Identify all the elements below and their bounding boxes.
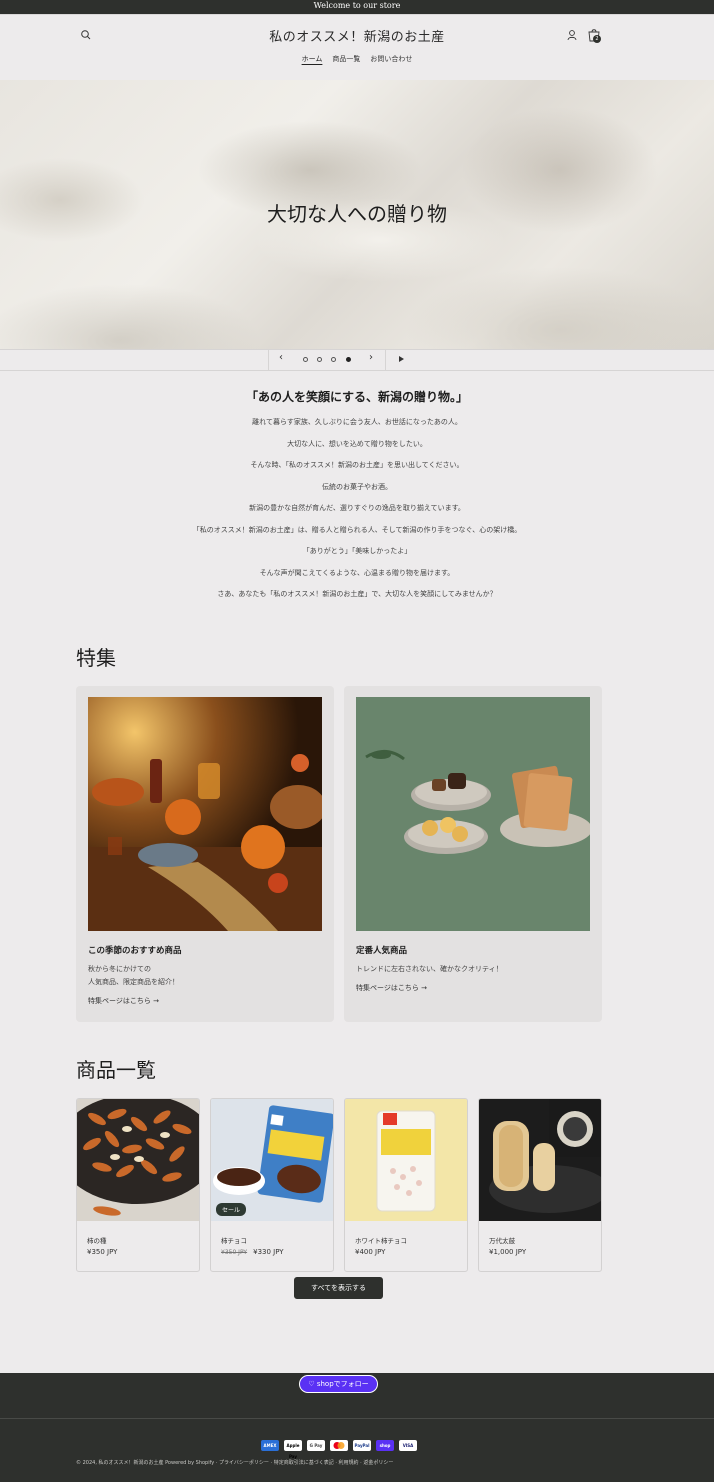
product-name[interactable]: 柿チョコ	[221, 1235, 247, 1245]
product-price: ¥350 JPY ¥330 JPY	[221, 1248, 284, 1256]
featured-card-image[interactable]	[88, 697, 322, 931]
featured-section-title: 特集	[76, 646, 116, 670]
slide-prev-button[interactable]: ‹	[279, 352, 283, 363]
product-name[interactable]: 万代太鼓	[489, 1235, 515, 1245]
product-card-white-kaki-choco[interactable]: ホワイト柿チョコ ¥400 JPY	[344, 1098, 468, 1272]
slide-dot-3[interactable]	[331, 357, 336, 362]
intro-line: 大切な人に、想いを込めて贈り物をしたい。	[287, 439, 427, 448]
product-card-bandai-taiko[interactable]: 万代太鼓 ¥1,000 JPY	[478, 1098, 602, 1272]
product-price-value: ¥1,000 JPY	[489, 1248, 527, 1256]
visa-icon: VISA	[399, 1440, 417, 1451]
nav-item-contact[interactable]: お問い合わせ	[370, 54, 412, 64]
intro-line: そんな時、「私のオススメ！新潟のお土産」を思い出してください。	[250, 461, 464, 469]
intro-line: さあ、あなたも「私のオススメ！新潟のお土産」で、大切な人を笑顔にしてみませんか？	[217, 590, 497, 598]
featured-card-desc-line: 人気商品、限定商品を紹介！	[88, 978, 179, 986]
intro-line: 「私のオススメ！新潟のお土産」は、贈る人と贈られる人、そして新潟の作り手をつなぐ…	[192, 525, 522, 534]
footer-link-privacy[interactable]: プライバシーポリシー	[219, 1460, 269, 1466]
featured-card-image[interactable]	[356, 697, 590, 931]
slide-next-button[interactable]: ›	[369, 352, 373, 363]
intro-line: 新潟の豊かな自然が育んだ、選りすぐりの逸品を取り揃えています。	[249, 504, 465, 512]
account-icon[interactable]	[566, 29, 578, 41]
hero-title: 大切な人への贈り物	[267, 202, 447, 226]
divider	[0, 1418, 714, 1419]
product-price: ¥400 JPY	[355, 1248, 385, 1256]
product-price-value: ¥330 JPY	[253, 1248, 284, 1256]
product-price-value: ¥350 JPY	[87, 1248, 118, 1256]
slide-dot-4[interactable]	[346, 357, 351, 362]
products-section-title: 商品一覧	[76, 1058, 156, 1082]
divider	[0, 14, 714, 15]
featured-card-desc-line: 秋から冬にかけての	[88, 965, 151, 973]
product-compare-price: ¥350 JPY	[221, 1249, 248, 1256]
product-price: ¥1,000 JPY	[489, 1248, 526, 1256]
sale-badge: セール	[216, 1203, 247, 1216]
product-card-kakinotane[interactable]: 柿の種 ¥350 JPY	[76, 1098, 200, 1272]
mastercard-icon	[330, 1440, 348, 1451]
product-name[interactable]: ホワイト柿チョコ	[355, 1235, 407, 1245]
featured-card-desc: トレンドに左右されない、確かなクオリティ！	[356, 963, 503, 976]
product-image[interactable]	[345, 1099, 467, 1221]
shop-follow-label: shopでフォロー	[316, 1380, 369, 1388]
intro-line: そんな声が聞こえてくるような、心温まる贈り物を届けます。	[259, 568, 455, 577]
footer-links: © 2024, 私のオススメ！新潟のお土産 Powered by Shopify…	[76, 1460, 394, 1466]
product-price-value: ¥400 JPY	[355, 1248, 386, 1256]
product-card-kaki-choco[interactable]: セール 柿チョコ ¥350 JPY ¥330 JPY	[210, 1098, 334, 1272]
product-price: ¥350 JPY	[87, 1248, 117, 1256]
google-pay-icon: G Pay	[307, 1440, 325, 1451]
footer-link-refund[interactable]: 返金ポリシー	[363, 1460, 393, 1466]
cart-count-badge: 2	[593, 35, 601, 43]
view-all-button[interactable]: すべてを表示する	[294, 1277, 383, 1299]
featured-card-desc-line: トレンドに左右されない、確かなクオリティ！	[356, 965, 503, 973]
intro-line: 離れて暮らす家族、久しぶりに会う友人、お世話になったあの人。	[252, 418, 462, 426]
shop-follow-button[interactable]: ♡ shopでフォロー	[299, 1375, 378, 1393]
footer-link-tokushoho[interactable]: 特定商取引法に基づく表記	[274, 1460, 334, 1466]
footer-link-terms[interactable]: 利用規約	[339, 1460, 359, 1466]
product-image[interactable]	[77, 1099, 199, 1221]
main-nav: ホーム 商品一覧 お問い合わせ	[0, 54, 714, 64]
intro-heading: 「あの人を笑顔にする、新潟の贈り物。」	[245, 390, 469, 404]
slide-dot-2[interactable]	[317, 357, 322, 362]
featured-card-desc: 秋から冬にかけての 人気商品、限定商品を紹介！	[88, 963, 179, 989]
featured-card-popular[interactable]: 定番人気商品 トレンドに左右されない、確かなクオリティ！ 特集ページはこちら →	[344, 686, 602, 1022]
featured-card-title: この季節のおすすめ商品	[88, 946, 182, 956]
copyright-text: © 2024, 私のオススメ！新潟のお土産 Powered by Shopify	[76, 1460, 215, 1466]
featured-card-title: 定番人気商品	[356, 946, 408, 956]
site-title[interactable]: 私のオススメ！新潟のお土産	[0, 26, 714, 45]
product-name[interactable]: 柿の種	[87, 1235, 107, 1245]
amex-icon: AMEX	[261, 1440, 279, 1451]
slideshow-controls	[0, 349, 714, 371]
intro-line: 伝統のお菓子やお酒。	[322, 482, 392, 491]
featured-card-link[interactable]: 特集ページはこちら →	[88, 996, 159, 1006]
nav-item-products[interactable]: 商品一覧	[332, 54, 360, 64]
slide-dot-1[interactable]	[303, 357, 308, 362]
apple-pay-icon: Apple Pay	[284, 1440, 302, 1459]
play-icon[interactable]	[399, 356, 404, 362]
payment-icons: AMEX Apple Pay G Pay PayPal shop VISA	[261, 1440, 417, 1459]
announcement-bar: Welcome to our store	[0, 0, 714, 14]
intro-line: 「ありがとう」「美味しかったよ」	[302, 547, 412, 555]
intro-text: 離れて暮らす家族、久しぶりに会う友人、お世話になったあの人。 大切な人に、想いを…	[0, 416, 714, 610]
paypal-icon: PayPal	[353, 1440, 371, 1451]
featured-card-link[interactable]: 特集ページはこちら →	[356, 983, 427, 993]
product-image[interactable]	[479, 1099, 601, 1221]
shop-pay-icon: shop	[376, 1440, 394, 1451]
featured-card-seasonal[interactable]: この季節のおすすめ商品 秋から冬にかけての 人気商品、限定商品を紹介！ 特集ペー…	[76, 686, 334, 1022]
nav-item-home[interactable]: ホーム	[302, 54, 323, 64]
